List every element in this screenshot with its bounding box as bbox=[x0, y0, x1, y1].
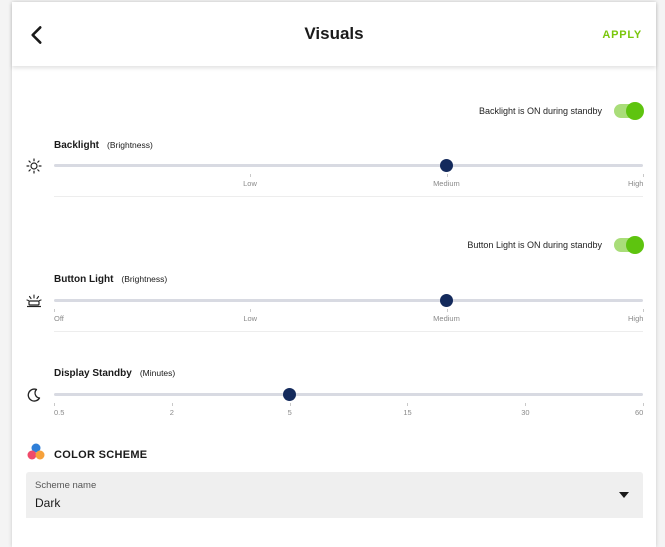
backlight-standby-toggle[interactable] bbox=[614, 102, 644, 120]
slider-tick bbox=[250, 309, 252, 312]
toggle-knob bbox=[626, 236, 644, 254]
slider-tick bbox=[54, 403, 55, 406]
header-bar: Visuals APPLY bbox=[12, 2, 656, 66]
backlight-standby-row: Backlight is ON during standby bbox=[478, 102, 644, 120]
palette-icon bbox=[26, 442, 54, 467]
slider-tick bbox=[171, 403, 173, 406]
button-light-title-text: Button Light bbox=[54, 274, 114, 285]
button-light-standby-label: Button Light is ON during standby bbox=[467, 240, 602, 250]
page-title: Visuals bbox=[304, 24, 364, 43]
slider-thumb[interactable] bbox=[440, 159, 454, 172]
slider-tick-label: 30 bbox=[521, 408, 530, 417]
button-light-title: Button Light (Brightness) bbox=[54, 274, 167, 285]
slider-tick bbox=[643, 403, 644, 406]
button-light-standby-row: Button Light is ON during standby bbox=[467, 236, 644, 254]
slider-tick bbox=[446, 309, 448, 312]
toggle-knob bbox=[626, 102, 644, 120]
slider-tick-label: 60 bbox=[635, 408, 644, 417]
button-light-icon bbox=[26, 293, 42, 309]
visuals-panel: Visuals APPLY Backlight is ON during sta… bbox=[12, 2, 656, 547]
slider-tick-label: Medium bbox=[433, 179, 460, 188]
slider-tick bbox=[289, 403, 291, 406]
moon-icon bbox=[26, 387, 42, 403]
divider bbox=[54, 331, 643, 332]
button-light-subtitle: (Brightness) bbox=[121, 274, 168, 284]
slider-tick-label: 0.5 bbox=[54, 408, 65, 417]
sun-icon bbox=[26, 158, 42, 174]
backlight-slider[interactable] bbox=[54, 164, 643, 167]
backlight-subtitle: (Brightness) bbox=[107, 140, 153, 150]
slider-tick-label: 2 bbox=[169, 408, 174, 417]
color-scheme-header: COLOR SCHEME bbox=[26, 442, 147, 467]
color-scheme-title: COLOR SCHEME bbox=[54, 448, 148, 461]
display-standby-title-text: Display Standby bbox=[54, 368, 132, 379]
button-light-slider[interactable] bbox=[54, 299, 643, 302]
slider-tick-label: High bbox=[628, 314, 644, 323]
slider-thumb[interactable] bbox=[283, 388, 297, 401]
slider-tick bbox=[407, 403, 409, 406]
scheme-name-value: Dark bbox=[35, 496, 61, 510]
slider-tick bbox=[54, 309, 55, 312]
display-standby-slider[interactable] bbox=[54, 393, 643, 396]
slider-tick-label: Medium bbox=[433, 314, 460, 323]
scheme-name-label: Scheme name bbox=[35, 480, 97, 491]
slider-tick bbox=[643, 174, 644, 177]
button-light-standby-toggle[interactable] bbox=[614, 236, 644, 254]
slider-tick-label: 15 bbox=[403, 408, 412, 417]
dropdown-arrow-icon bbox=[619, 492, 629, 498]
backlight-title: Backlight (Brightness) bbox=[54, 140, 153, 151]
slider-thumb[interactable] bbox=[440, 294, 454, 307]
divider bbox=[54, 196, 643, 197]
backlight-standby-label: Backlight is ON during standby bbox=[478, 106, 602, 116]
scheme-name-select[interactable]: Scheme name Dark bbox=[26, 472, 643, 518]
slider-tick-label: 5 bbox=[287, 408, 292, 417]
slider-tick bbox=[525, 403, 527, 406]
display-standby-title: Display Standby (Minutes) bbox=[54, 368, 175, 379]
slider-tick-label: Low bbox=[243, 179, 257, 188]
apply-button[interactable]: APPLY bbox=[602, 29, 642, 41]
display-standby-subtitle: (Minutes) bbox=[139, 368, 176, 378]
backlight-title-text: Backlight bbox=[54, 140, 100, 151]
slider-tick bbox=[446, 174, 448, 177]
slider-tick-label: Off bbox=[54, 314, 64, 323]
slider-tick bbox=[250, 174, 252, 177]
slider-tick-label: Low bbox=[243, 314, 258, 323]
slider-tick bbox=[643, 309, 644, 312]
slider-tick-label: High bbox=[628, 179, 644, 188]
